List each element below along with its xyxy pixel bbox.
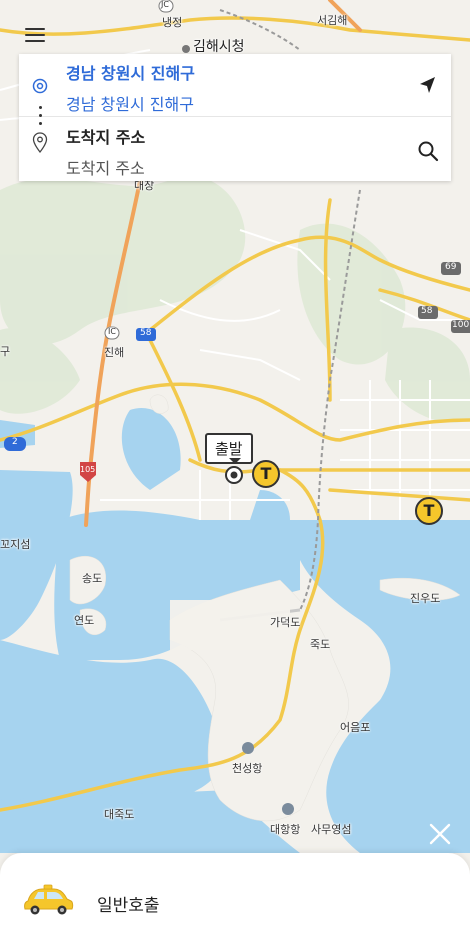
taxi-marker[interactable]: T: [252, 460, 280, 488]
route-shield-69: 69: [445, 262, 457, 272]
route-shield-100: 100: [452, 320, 470, 330]
map-label-daejukdo: 대죽도: [104, 808, 135, 821]
origin-target-icon: [32, 78, 48, 94]
start-location-icon: [225, 466, 243, 484]
bottom-sheet: 일반호출: [0, 853, 470, 949]
taxi-marker[interactable]: T: [415, 497, 443, 525]
map-label-cheonseonghang: 천성항: [232, 762, 263, 775]
map-label-jinhae: 진해: [104, 346, 125, 359]
map-label-gu: 구: [0, 345, 11, 358]
route-shield-2: 2: [12, 437, 18, 447]
map-label-kkojiseom: 꼬지섬: [0, 538, 31, 551]
origin-title: 경남 창원시 진해구: [66, 64, 195, 83]
route-shield-58b: 58: [421, 306, 433, 316]
map-label-gimhae-city-hall: 김해시청: [193, 39, 245, 55]
map-label-gadeokdo: 가덕도: [270, 616, 301, 629]
destination-title: 도착지 주소: [66, 128, 146, 147]
route-shield-105: 105: [80, 465, 96, 474]
start-marker-tail: [229, 458, 241, 464]
map-label-jukdo: 죽도: [310, 638, 331, 651]
map-label-seogimhae: 서김해: [317, 14, 348, 27]
general-call-option[interactable]: 일반호출: [0, 853, 470, 949]
close-icon[interactable]: [428, 822, 452, 846]
origin-subtitle: 경남 창원시 진해구: [66, 95, 194, 114]
map-label-songdo: 송도: [82, 572, 103, 585]
map-label-ic: IC: [108, 327, 116, 336]
taxi-car-icon: [24, 884, 74, 915]
origin-row[interactable]: 경남 창원시 진해구 경남 창원시 진해구: [19, 54, 451, 117]
map-label-jc: JC: [161, 0, 169, 9]
route-shield-58: 58: [140, 328, 152, 338]
current-location-icon[interactable]: [417, 74, 439, 96]
map-label-jinudo: 진우도: [410, 592, 441, 605]
menu-icon[interactable]: [22, 24, 50, 46]
route-search-card: 경남 창원시 진해구 경남 창원시 진해구 도착지 주소 도착지 주소: [19, 54, 451, 181]
general-call-label: 일반호출: [97, 896, 160, 916]
destination-row[interactable]: 도착지 주소 도착지 주소: [19, 118, 451, 180]
map-label-daehanghang: 대항항: [270, 823, 301, 836]
destination-subtitle: 도착지 주소: [66, 159, 145, 178]
map-label-eoeumpo: 어음포: [340, 721, 371, 734]
map-label-yeondo: 연도: [74, 614, 95, 627]
search-icon[interactable]: [417, 140, 439, 162]
destination-pin-icon: [32, 132, 48, 154]
map-label-nengjeong: 냉정: [162, 16, 183, 29]
map-label-samuyeongseom: 사무영섬: [311, 823, 352, 836]
